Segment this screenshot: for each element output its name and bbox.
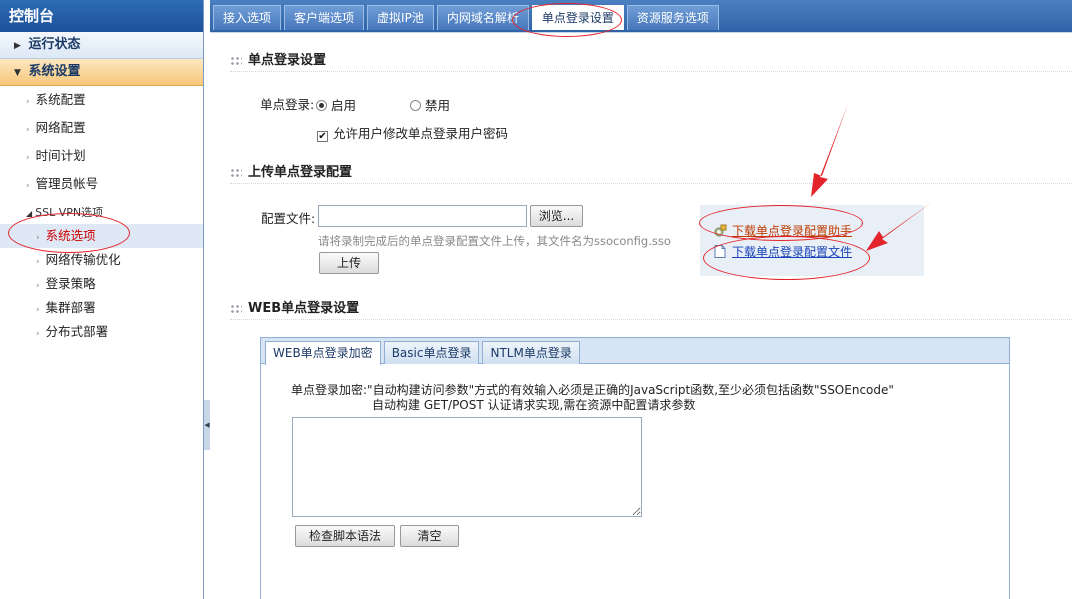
red-arrow-icon (811, 104, 848, 197)
annotation-arrows (811, 104, 932, 251)
red-arrow-icon (866, 202, 932, 251)
